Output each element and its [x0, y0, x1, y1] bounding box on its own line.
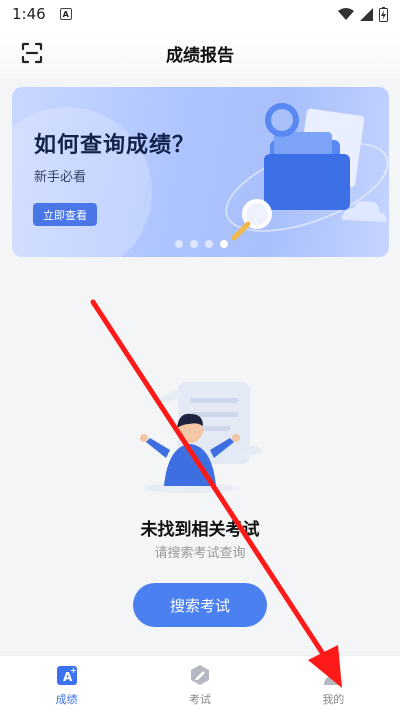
- battery-icon: [379, 6, 388, 22]
- folder-illustration-icon: [225, 103, 389, 241]
- pagination-dot[interactable]: [175, 240, 183, 248]
- empty-state-title: 未找到相关考试: [140, 520, 260, 540]
- tab-label: 成绩: [55, 693, 78, 706]
- profile-icon: [324, 666, 343, 685]
- promo-banner[interactable]: 如何查询成绩？ 新手必看 立即查看: [12, 87, 389, 257]
- status-icons: [338, 6, 388, 22]
- signal-icon: [360, 7, 373, 21]
- search-exam-button[interactable]: 搜索考试: [133, 583, 267, 627]
- tab-grades[interactable]: A + 成绩: [0, 656, 133, 710]
- svg-text:+: +: [70, 666, 77, 675]
- scan-icon[interactable]: [20, 41, 44, 65]
- bottom-tab-bar: A + 成绩 考试 我的: [0, 655, 400, 710]
- exam-icon: [190, 665, 209, 685]
- app-header: 成绩报告: [0, 28, 400, 78]
- tab-label: 我的: [322, 693, 345, 706]
- tab-profile[interactable]: 我的: [267, 656, 400, 710]
- banner-pagination: [175, 240, 228, 248]
- wifi-icon: [338, 7, 354, 20]
- grade-icon: A +: [56, 666, 77, 685]
- banner-heading: 如何查询成绩？: [34, 133, 196, 158]
- status-time: 1:46: [12, 5, 46, 23]
- pagination-dot[interactable]: [190, 240, 198, 248]
- empty-state-subtitle: 请搜索考试查询: [154, 546, 246, 561]
- tab-label: 考试: [188, 693, 211, 706]
- view-now-button[interactable]: 立即查看: [33, 203, 97, 226]
- status-bar: 1:46 A: [0, 0, 400, 28]
- pagination-dot-active[interactable]: [220, 240, 228, 248]
- tab-exams[interactable]: 考试: [133, 656, 266, 710]
- page-title: 成绩报告: [166, 45, 234, 66]
- empty-state-illustration-icon: [140, 382, 261, 493]
- notification-icon: A: [59, 8, 72, 20]
- pagination-dot[interactable]: [205, 240, 213, 248]
- banner-subtitle: 新手必看: [34, 170, 87, 185]
